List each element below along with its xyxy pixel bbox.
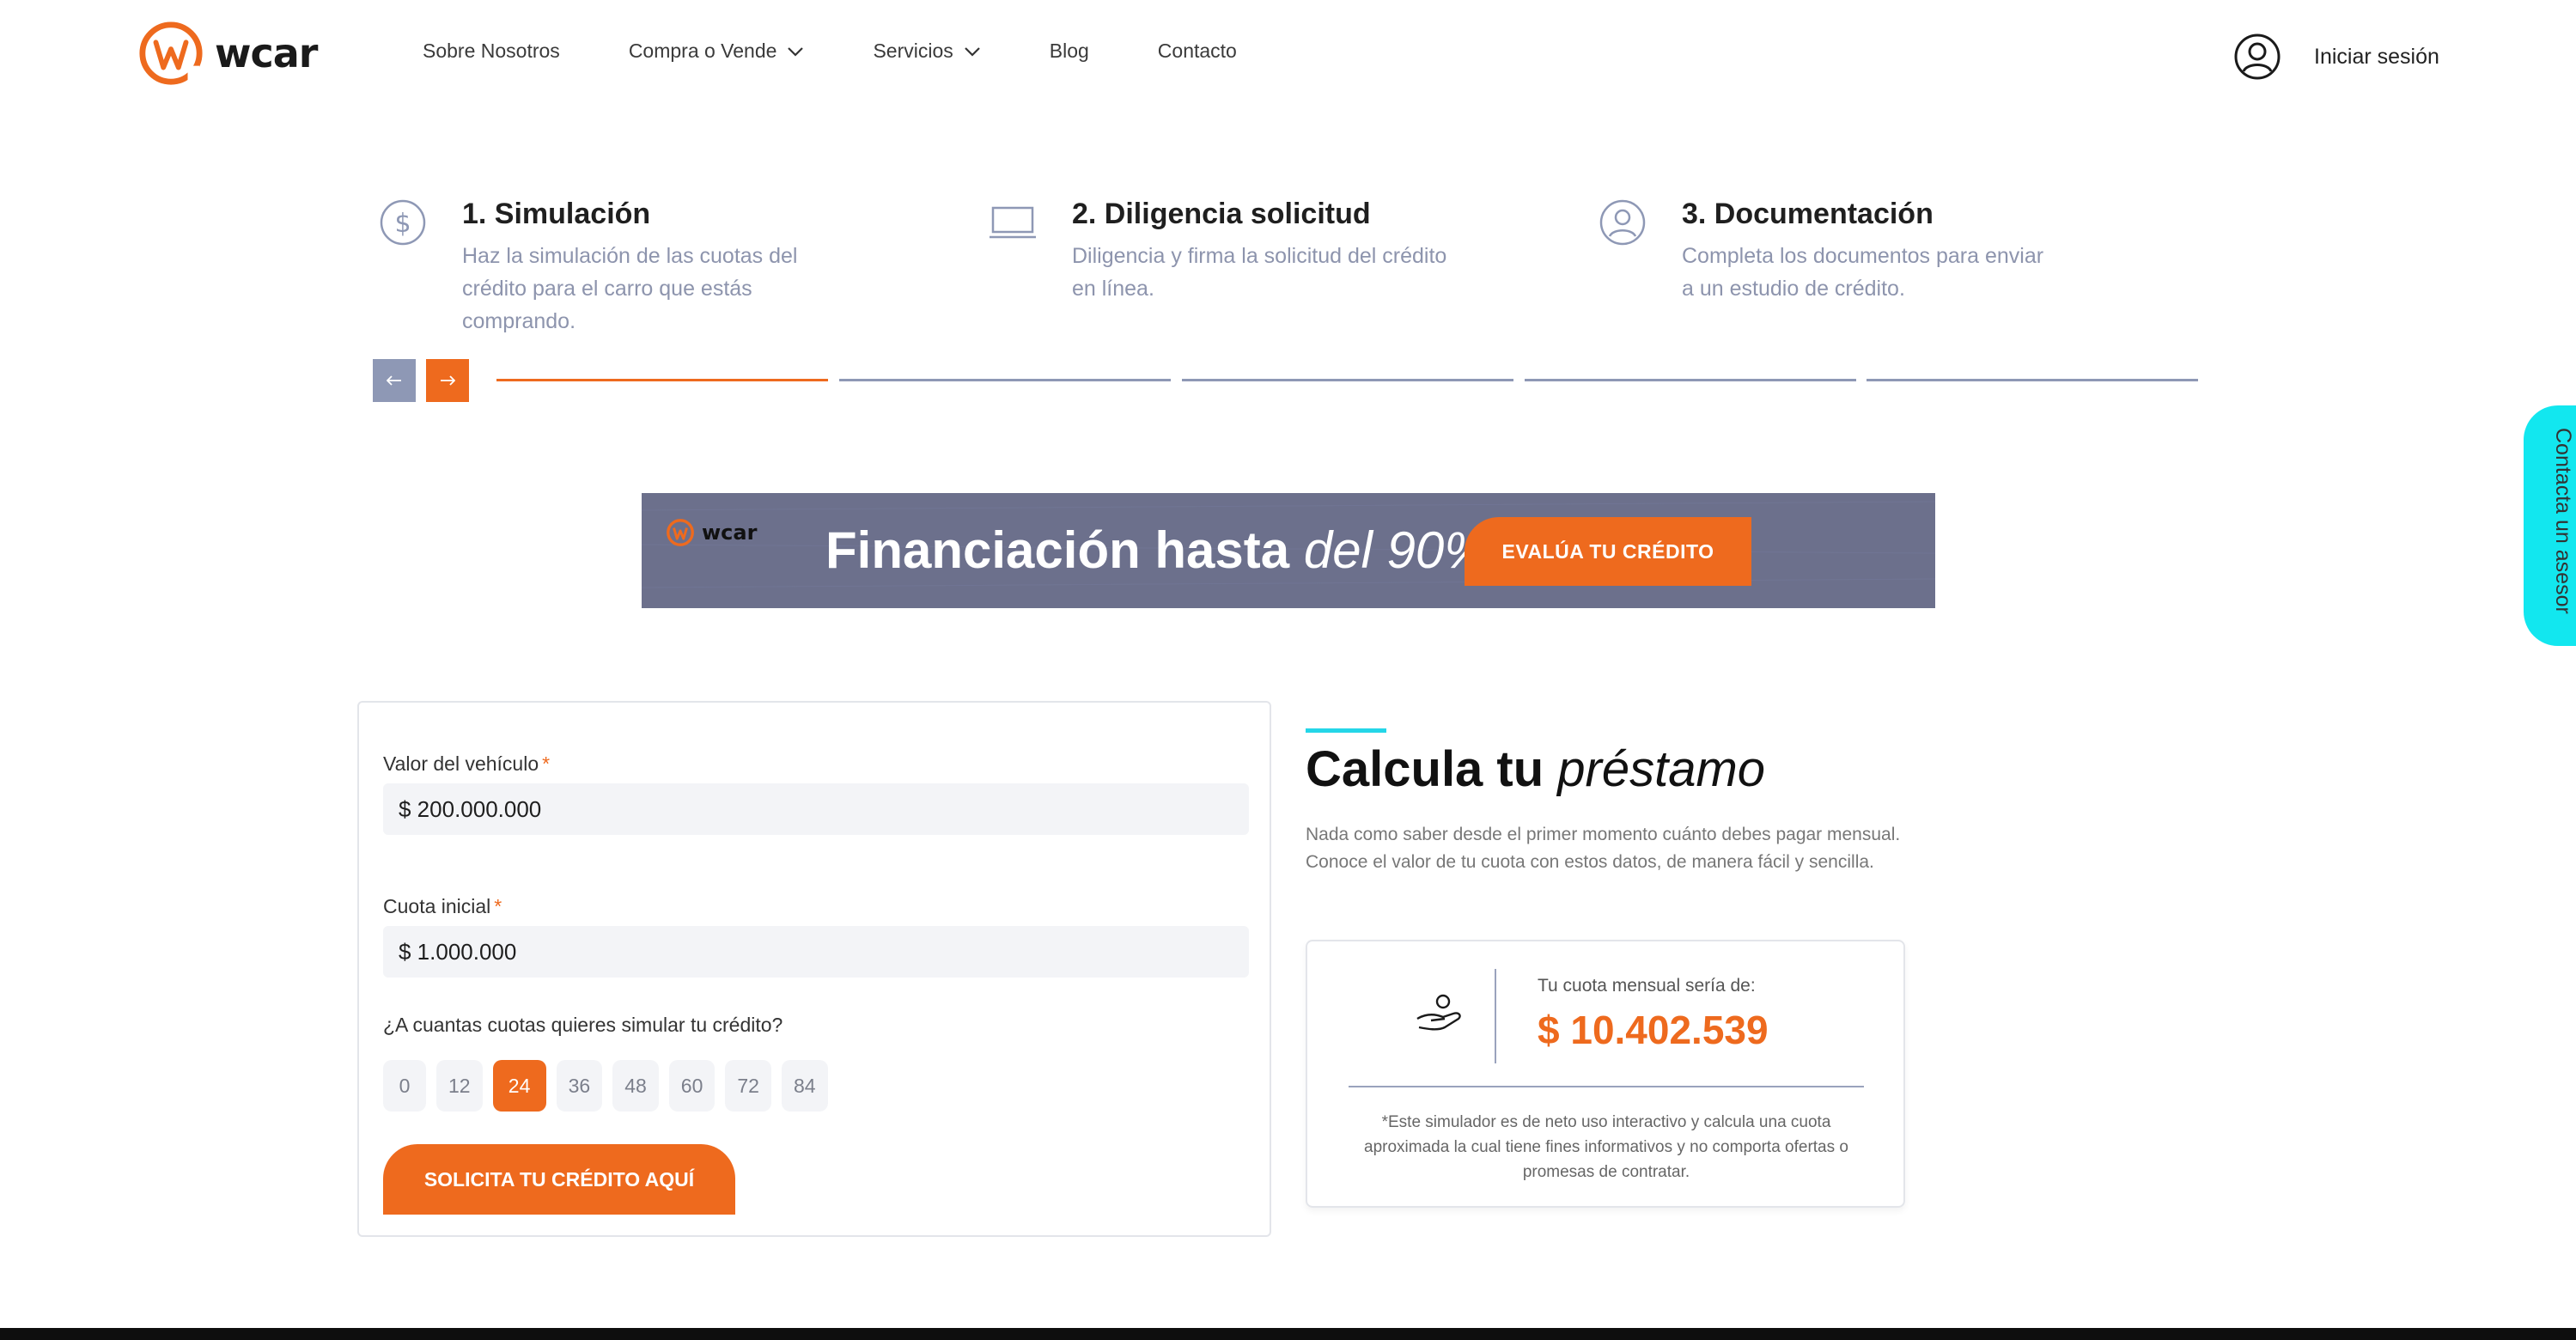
- banner-logo-text: wcar: [702, 521, 758, 545]
- nav-item-sobre-nosotros[interactable]: Sobre Nosotros: [423, 40, 560, 63]
- laptop-icon: [990, 206, 1036, 239]
- installment-option-12[interactable]: 12: [436, 1060, 483, 1112]
- banner-headline-main: Financiación hasta: [825, 521, 1290, 579]
- wcar-logo[interactable]: wcar: [137, 17, 318, 89]
- nav-item-servicios[interactable]: Servicios: [873, 40, 980, 63]
- vehicle-value-input[interactable]: [383, 783, 1249, 835]
- banner-headline-emphasis: del 90%: [1303, 521, 1490, 579]
- nav-item-label: Blog: [1049, 40, 1089, 62]
- step-description: Completa los documentos para enviar a un…: [1682, 244, 2044, 301]
- request-credit-button[interactable]: SOLICITA TU CRÉDITO AQUÍ: [383, 1144, 735, 1215]
- progress-segment-1[interactable]: [496, 379, 828, 381]
- installment-option-36[interactable]: 36: [556, 1060, 603, 1112]
- banner-logo: wcar: [666, 517, 757, 548]
- carousel-prev-button[interactable]: [373, 359, 416, 402]
- installment-option-48[interactable]: 48: [612, 1060, 659, 1112]
- financing-banner[interactable]: wcar Financiación hasta del 90% EVALÚA T…: [642, 493, 1935, 608]
- login-label: Iniciar sesión: [2314, 44, 2439, 69]
- nav-item-compra-o-vende[interactable]: Compra o Vende: [629, 40, 805, 63]
- installment-option-84[interactable]: 84: [781, 1060, 828, 1112]
- progress-segment-4[interactable]: [1525, 379, 1856, 381]
- result-label: Tu cuota mensual sería de:: [1538, 976, 1756, 996]
- initial-payment-input[interactable]: [383, 926, 1249, 978]
- step-documentacion: 3. Documentación Completa los documentos…: [1598, 198, 2060, 305]
- progress-segment-2[interactable]: [839, 379, 1171, 381]
- progress-segment-3[interactable]: [1182, 379, 1513, 381]
- user-circle-icon: [1599, 199, 1646, 246]
- banner-headline: Financiación hasta del 90%: [825, 521, 1490, 580]
- step-simulacion: $ 1. Simulación Haz la simulación de las…: [378, 198, 840, 338]
- nav-item-contacto[interactable]: Contacto: [1158, 40, 1237, 63]
- installments-question: ¿A cuantas cuotas quieres simular tu cré…: [383, 1014, 783, 1036]
- logo-mark-icon: [139, 21, 203, 85]
- loan-form-card: Valor del vehículo* Cuota inicial* ¿A cu…: [357, 701, 1271, 1237]
- installment-options: 0 12 24 36 48 60 72 84: [383, 1060, 838, 1112]
- nav-item-label: Contacto: [1157, 40, 1237, 62]
- required-mark: *: [494, 895, 502, 917]
- chevron-down-icon: [964, 46, 980, 57]
- evaluate-credit-button[interactable]: EVALÚA TU CRÉDITO: [1465, 517, 1751, 586]
- result-divider-vertical: [1495, 969, 1496, 1063]
- arrow-left-icon: [387, 375, 401, 386]
- svg-text:$: $: [394, 209, 411, 239]
- installment-option-60[interactable]: 60: [668, 1060, 716, 1112]
- chevron-down-icon: [788, 46, 804, 57]
- progress-segment-5[interactable]: [1867, 379, 2198, 381]
- nav-item-label: Servicios: [873, 40, 953, 62]
- step-title: 3. Documentación: [1682, 198, 1934, 230]
- vehicle-value-label: Valor del vehículo *: [383, 752, 550, 776]
- step-title: 1. Simulación: [462, 198, 651, 230]
- contact-advisor-tab[interactable]: Contacta un asesor: [2524, 405, 2576, 646]
- contact-advisor-label: Contacta un asesor: [2551, 428, 2575, 614]
- step-description: Diligencia y firma la solicitud del créd…: [1072, 244, 1447, 301]
- result-divider-horizontal: [1349, 1086, 1864, 1087]
- logo-mark-icon: [667, 519, 694, 546]
- step-description: Haz la simulación de las cuotas del créd…: [462, 244, 798, 333]
- installment-option-72[interactable]: 72: [725, 1060, 771, 1112]
- arrow-right-icon: [441, 375, 455, 386]
- dollar-circle-icon: $: [380, 199, 426, 246]
- calculator-title-emphasis: préstamo: [1557, 741, 1766, 797]
- logo-text: wcar: [215, 30, 318, 76]
- calculator-title: Calcula tu préstamo: [1306, 740, 1765, 798]
- footer-bar: [0, 1328, 2576, 1340]
- calculator-title-main: Calcula tu: [1306, 741, 1544, 797]
- initial-payment-label: Cuota inicial *: [383, 895, 502, 918]
- nav-item-blog[interactable]: Blog: [1050, 40, 1089, 63]
- nav-item-label: Sobre Nosotros: [423, 40, 560, 62]
- monthly-payment-value: $ 10.402.539: [1538, 1008, 1769, 1052]
- step-title: 2. Diligencia solicitud: [1072, 198, 1371, 230]
- installment-option-0[interactable]: 0: [383, 1060, 426, 1112]
- site-header: wcar Sobre Nosotros Compra o Vende Servi…: [0, 0, 2576, 112]
- step-diligencia: 2. Diligencia solicitud Diligencia y fir…: [988, 198, 1450, 305]
- hand-money-icon: [1416, 994, 1461, 1031]
- user-circle-icon: [2234, 34, 2281, 80]
- installment-option-24[interactable]: 24: [492, 1060, 546, 1112]
- login-link[interactable]: Iniciar sesión: [2233, 33, 2439, 81]
- monthly-payment-card: Tu cuota mensual sería de: $ 10.402.539 …: [1306, 940, 1905, 1208]
- carousel-next-button[interactable]: [426, 359, 469, 402]
- nav-item-label: Compra o Vende: [628, 40, 777, 62]
- title-accent-line: [1306, 728, 1386, 733]
- simulator-disclaimer: *Este simulador es de neto uso interacti…: [1364, 1113, 1848, 1181]
- initial-payment-label-text: Cuota inicial: [383, 895, 491, 917]
- vehicle-value-label-text: Valor del vehículo: [383, 752, 539, 775]
- main-nav: Sobre Nosotros Compra o Vende Servicios …: [423, 40, 1237, 63]
- calculator-description: Nada como saber desde el primer momento …: [1306, 825, 1901, 872]
- required-mark: *: [542, 752, 551, 775]
